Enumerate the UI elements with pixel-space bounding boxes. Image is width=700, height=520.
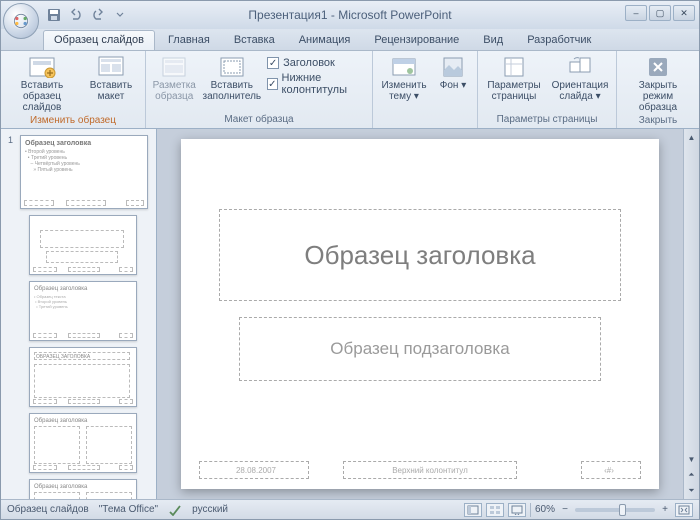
normal-view-button[interactable] bbox=[464, 503, 482, 517]
slideshow-view-button[interactable] bbox=[508, 503, 526, 517]
chevron-down-icon: ▾ bbox=[596, 91, 601, 102]
zoom-out-button[interactable]: − bbox=[559, 504, 571, 515]
slide-number-placeholder[interactable]: ‹#› bbox=[581, 461, 641, 479]
zoom-in-button[interactable]: + bbox=[659, 504, 671, 515]
slide-orientation-button[interactable]: Ориентация слайда ▾ bbox=[550, 53, 610, 102]
slide-canvas[interactable]: Образец заголовка Образец подзаголовка 2… bbox=[181, 139, 659, 489]
thumbnail-pane[interactable]: 1 Образец заголовка • Второй уровень • Т… bbox=[1, 129, 157, 499]
close-master-view-button[interactable]: Закрыть режим образца bbox=[623, 53, 693, 113]
status-bar: Образец слайдов "Тема Office" русский 60… bbox=[1, 499, 699, 519]
tab-developer[interactable]: Разработчик bbox=[516, 30, 602, 50]
master-layout-icon bbox=[159, 55, 189, 79]
fit-to-window-button[interactable] bbox=[675, 503, 693, 517]
ribbon: Вставить образец слайдов Вставить макет … bbox=[1, 51, 699, 129]
master-thumbnail[interactable]: Образец заголовка • Второй уровень • Тре… bbox=[20, 135, 148, 209]
quick-access-toolbar bbox=[45, 6, 129, 24]
zoom-slider[interactable] bbox=[575, 508, 655, 512]
window-title: Презентация1 - Microsoft PowerPoint bbox=[248, 8, 451, 22]
spellcheck-icon[interactable] bbox=[168, 504, 182, 516]
chevron-down-icon: ▾ bbox=[461, 80, 466, 91]
title-placeholder[interactable]: Образец заголовка bbox=[219, 209, 621, 301]
date-placeholder[interactable]: 28.08.2007 bbox=[199, 461, 309, 479]
page-setup-icon bbox=[499, 55, 529, 79]
tab-animation[interactable]: Анимация bbox=[288, 30, 362, 50]
minimize-button[interactable]: – bbox=[625, 5, 647, 21]
group-edit-theme: Изменить тему ▾ Фон ▾ bbox=[373, 51, 478, 128]
group-label-edit-master: Изменить образец bbox=[7, 113, 139, 129]
workspace: 1 Образец заголовка • Второй уровень • Т… bbox=[1, 129, 699, 499]
layout-thumbnail[interactable]: Образец заголовка bbox=[29, 413, 137, 473]
group-label-page-setup: Параметры страницы bbox=[484, 112, 610, 128]
page-setup-button[interactable]: Параметры страницы bbox=[484, 53, 544, 102]
group-label-master-layout: Макет образца bbox=[152, 112, 366, 128]
status-theme: "Тема Office" bbox=[99, 504, 158, 515]
scroll-down-button[interactable]: ▼ bbox=[684, 451, 699, 467]
tab-review[interactable]: Рецензирование bbox=[363, 30, 470, 50]
layout-thumbnail[interactable]: Образец заголовка• Образец текста • Втор… bbox=[29, 281, 137, 341]
redo-button[interactable] bbox=[89, 6, 107, 24]
vertical-scrollbar[interactable]: ▲ ▼ ⏶ ⏷ bbox=[683, 129, 699, 499]
orientation-icon bbox=[565, 55, 595, 79]
group-page-setup: Параметры страницы Ориентация слайда ▾ П… bbox=[478, 51, 617, 128]
group-label-close: Закрыть bbox=[623, 113, 693, 129]
zoom-slider-thumb[interactable] bbox=[619, 504, 626, 516]
insert-slide-master-button[interactable]: Вставить образец слайдов bbox=[7, 53, 77, 113]
tab-home[interactable]: Главная bbox=[157, 30, 221, 50]
save-button[interactable] bbox=[45, 6, 63, 24]
background-button[interactable]: Фон ▾ bbox=[435, 53, 471, 91]
group-close: Закрыть режим образца Закрыть bbox=[617, 51, 699, 128]
tab-slide-master[interactable]: Образец слайдов bbox=[43, 30, 155, 50]
close-icon bbox=[643, 55, 673, 79]
title-checkbox[interactable]: ✓Заголовок bbox=[267, 57, 366, 69]
slide-editor[interactable]: Образец заголовка Образец подзаголовка 2… bbox=[157, 129, 683, 499]
tab-view[interactable]: Вид bbox=[472, 30, 514, 50]
slide-master-icon bbox=[27, 55, 57, 79]
layout-thumbnail[interactable]: Образец заголовка bbox=[29, 479, 137, 499]
layout-thumbnail[interactable]: ОБРАЗЕЦ ЗАГОЛОВКА bbox=[29, 347, 137, 407]
office-button[interactable] bbox=[3, 3, 39, 39]
window-controls: – ▢ ✕ bbox=[625, 5, 695, 21]
insert-layout-button[interactable]: Вставить макет bbox=[83, 53, 139, 102]
footers-checkbox[interactable]: ✓Нижние колонтитулы bbox=[267, 72, 366, 96]
sorter-view-button[interactable] bbox=[486, 503, 504, 517]
scroll-up-button[interactable]: ▲ bbox=[684, 129, 699, 145]
placeholder-icon bbox=[217, 55, 247, 79]
footer-placeholder[interactable]: Верхний колонтитул bbox=[343, 461, 517, 479]
chevron-down-icon: ▾ bbox=[414, 91, 419, 102]
layout-thumbnail[interactable] bbox=[29, 215, 137, 275]
tab-insert[interactable]: Вставка bbox=[223, 30, 286, 50]
prev-slide-button[interactable]: ⏶ bbox=[684, 467, 699, 483]
close-window-button[interactable]: ✕ bbox=[673, 5, 695, 21]
ribbon-tabs: Образец слайдов Главная Вставка Анимация… bbox=[1, 29, 699, 51]
group-master-layout: Разметка образца Вставить заполнитель ✓З… bbox=[146, 51, 373, 128]
next-slide-button[interactable]: ⏷ bbox=[684, 483, 699, 499]
scroll-track[interactable] bbox=[684, 145, 699, 451]
master-layout-button: Разметка образца bbox=[152, 53, 197, 102]
status-mode: Образец слайдов bbox=[7, 504, 89, 515]
qat-customize-dropdown[interactable] bbox=[111, 6, 129, 24]
themes-button[interactable]: Изменить тему ▾ bbox=[379, 53, 429, 102]
zoom-level[interactable]: 60% bbox=[535, 504, 555, 515]
themes-icon bbox=[389, 55, 419, 79]
group-edit-master: Вставить образец слайдов Вставить макет … bbox=[1, 51, 146, 128]
status-language[interactable]: русский bbox=[192, 504, 228, 515]
undo-button[interactable] bbox=[67, 6, 85, 24]
thumb-index: 1 bbox=[5, 135, 13, 209]
subtitle-placeholder[interactable]: Образец подзаголовка bbox=[239, 317, 601, 381]
layout-icon bbox=[96, 55, 126, 79]
background-icon bbox=[438, 55, 468, 79]
title-bar: Презентация1 - Microsoft PowerPoint – ▢ … bbox=[1, 1, 699, 29]
insert-placeholder-button[interactable]: Вставить заполнитель bbox=[203, 53, 262, 102]
maximize-button[interactable]: ▢ bbox=[649, 5, 671, 21]
app-window: Презентация1 - Microsoft PowerPoint – ▢ … bbox=[0, 0, 700, 520]
